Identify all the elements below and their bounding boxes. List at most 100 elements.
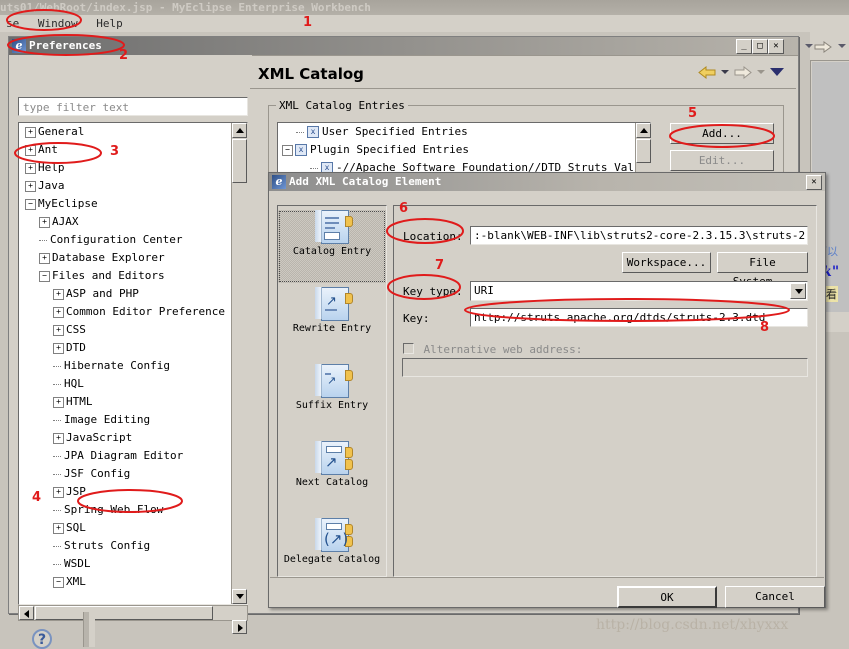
key-input[interactable]: http://struts.apache.org/dtds/struts-2.3… — [470, 308, 808, 327]
menu-item-se[interactable]: se — [0, 17, 25, 30]
catalog-entries-rows[interactable]: x User Specified Entries − x Plugin Specifie… — [278, 123, 650, 176]
ok-button[interactable]: OK — [617, 586, 717, 608]
tree-item-spring-web-flow[interactable]: Spring Web Flow — [19, 501, 231, 519]
tree-expand-toggle[interactable]: + — [53, 288, 64, 300]
forward-arrow-icon[interactable] — [734, 65, 752, 80]
tree-item-general[interactable]: + General — [19, 123, 231, 141]
add-dialog-titlebar[interactable]: e Add XML Catalog Element ✕ — [269, 173, 825, 191]
tree-expand-toggle[interactable]: + — [53, 324, 64, 336]
workspace-button[interactable]: Workspace... — [622, 252, 711, 273]
catalog-list-item[interactable]: x User Specified Entries — [278, 123, 650, 141]
tree-expand-toggle[interactable]: + — [53, 396, 64, 408]
catalog-entries-list[interactable]: x User Specified Entries − x Plugin Specifie… — [277, 122, 651, 177]
tree-item-sql[interactable]: + SQL — [19, 519, 231, 537]
tree-item-jpa-diagram-editor[interactable]: JPA Diagram Editor — [19, 447, 231, 465]
entry-type-rewrite-entry[interactable]: ↗ Rewrite Entry — [278, 287, 386, 360]
add-dialog-close-button[interactable]: ✕ — [806, 175, 822, 190]
tree-item-javascript[interactable]: + JavaScript — [19, 429, 231, 447]
minimize-button[interactable]: _ — [736, 39, 752, 54]
tree-item-xml[interactable]: − XML — [19, 573, 231, 588]
tree-item-dtd[interactable]: + DTD — [19, 339, 231, 357]
alternative-web-address-input[interactable] — [402, 358, 808, 377]
tree-item-ant[interactable]: + Ant — [19, 141, 231, 159]
tree-collapse-toggle[interactable]: − — [39, 270, 50, 282]
tree-item-label: HTML — [66, 395, 93, 408]
preferences-titlebar[interactable]: e Preferences _ □ ✕ — [9, 37, 798, 55]
close-button[interactable]: ✕ — [768, 39, 784, 54]
tree-hscroll-thumb[interactable] — [35, 606, 213, 620]
tree-expand-toggle[interactable]: + — [25, 180, 36, 192]
tree-vertical-scrollbar[interactable] — [231, 123, 248, 604]
back-arrow-icon[interactable] — [698, 65, 716, 80]
tree-expand-toggle[interactable]: + — [53, 522, 64, 534]
help-icon[interactable]: ? — [32, 629, 52, 649]
alternative-web-address-checkbox-row[interactable]: Alternative web address: — [403, 340, 582, 358]
entry-type-next-catalog[interactable]: ↗ Next Catalog — [278, 441, 386, 514]
maximize-button[interactable]: □ — [752, 39, 768, 54]
preferences-tree[interactable]: + General + Ant + Help + Java − MyEclipse + AJAX Con… — [19, 123, 231, 588]
add-button[interactable]: Add... — [670, 123, 774, 144]
file-system-button[interactable]: File System... — [717, 252, 808, 288]
tree-item-struts-config[interactable]: Struts Config — [19, 537, 231, 555]
preferences-tree-panel[interactable]: + General + Ant + Help + Java − MyEclipse + AJAX Con… — [18, 122, 248, 605]
tree-item-ajax[interactable]: + AJAX — [19, 213, 231, 231]
view-menu-icon[interactable] — [770, 68, 784, 76]
tree-scroll-up-button[interactable] — [232, 123, 247, 138]
tree-expand-toggle[interactable]: + — [25, 144, 36, 156]
tree-expand-toggle[interactable]: + — [53, 486, 64, 498]
forward-dropdown-icon[interactable] — [757, 70, 765, 74]
tree-item-configuration-center[interactable]: Configuration Center — [19, 231, 231, 249]
tree-item-asp-and-php[interactable]: + ASP and PHP — [19, 285, 231, 303]
tree-item-jsf-config[interactable]: JSF Config — [19, 465, 231, 483]
catalog-scroll-thumb[interactable] — [636, 139, 651, 163]
tree-scroll-down-button[interactable] — [232, 589, 247, 604]
back-dropdown-icon[interactable] — [721, 70, 729, 74]
tree-expand-toggle[interactable]: + — [25, 162, 36, 174]
key-type-combobox[interactable]: URI — [470, 281, 808, 301]
menu-item-window[interactable]: Window — [32, 17, 84, 30]
tree-item-html[interactable]: + HTML — [19, 393, 231, 411]
tree-item-myeclipse[interactable]: − MyEclipse — [19, 195, 231, 213]
entry-type-delegate-catalog[interactable]: (↗) Delegate Catalog — [278, 518, 386, 591]
key-type-dropdown-button[interactable] — [790, 283, 806, 299]
tree-item-css[interactable]: + CSS — [19, 321, 231, 339]
entry-type-list[interactable]: Catalog Entry ↗ Rewrite Entry ↗ Suffix Entry… — [277, 205, 387, 577]
tree-item-hibernate-config[interactable]: Hibernate Config — [19, 357, 231, 375]
tree-collapse-toggle[interactable]: − — [25, 198, 36, 210]
catalog-scroll-up-button[interactable] — [636, 123, 651, 138]
tree-item-help[interactable]: + Help — [19, 159, 231, 177]
tree-item-jsp[interactable]: + JSP — [19, 483, 231, 501]
tree-expand-toggle[interactable]: + — [53, 342, 64, 354]
tree-expand-toggle[interactable]: + — [53, 432, 64, 444]
location-input[interactable]: :-blank\WEB-INF\lib\struts2-core-2.3.15.… — [470, 226, 808, 245]
tree-expand-toggle[interactable]: + — [39, 252, 50, 264]
tree-item-image-editing[interactable]: Image Editing — [19, 411, 231, 429]
tree-horizontal-scrollbar[interactable] — [18, 605, 248, 634]
tree-item-common-editor-preference[interactable]: + Common Editor Preference — [19, 303, 231, 321]
tree-expand-toggle[interactable]: + — [39, 216, 50, 228]
tree-item-files-and-editors[interactable]: − Files and Editors — [19, 267, 231, 285]
tree-expand-toggle[interactable]: + — [25, 126, 36, 138]
filter-input[interactable]: type filter text — [18, 97, 248, 116]
tree-scroll-right-button[interactable] — [232, 620, 247, 634]
tree-item-java[interactable]: + Java — [19, 177, 231, 195]
alternative-web-address-checkbox[interactable] — [403, 343, 414, 355]
tree-collapse-toggle[interactable]: − — [282, 144, 293, 156]
tree-item-wsdl[interactable]: WSDL — [19, 555, 231, 573]
workbench-dropdown-arrow-icon[interactable] — [805, 44, 813, 48]
tree-collapse-toggle[interactable]: − — [53, 576, 64, 588]
menu-item-help[interactable]: Help — [90, 17, 129, 30]
tree-scroll-thumb[interactable] — [232, 139, 247, 183]
entry-type-catalog-entry[interactable]: Catalog Entry — [278, 210, 386, 283]
tree-scroll-left-button[interactable] — [19, 606, 34, 620]
workbench-menubar[interactable]: se Window Help — [0, 15, 849, 32]
catalog-list-scrollbar[interactable] — [635, 123, 651, 176]
tree-item-database-explorer[interactable]: + Database Explorer — [19, 249, 231, 267]
tree-expand-toggle[interactable]: + — [53, 306, 64, 318]
cancel-button[interactable]: Cancel — [725, 586, 825, 608]
catalog-list-item[interactable]: − x Plugin Specified Entries — [278, 141, 650, 159]
workbench-dropdown-arrow2-icon[interactable] — [838, 44, 846, 48]
workbench-forward-arrow-icon[interactable] — [814, 40, 832, 53]
entry-type-suffix-entry[interactable]: ↗ Suffix Entry — [278, 364, 386, 437]
tree-item-hql[interactable]: HQL — [19, 375, 231, 393]
